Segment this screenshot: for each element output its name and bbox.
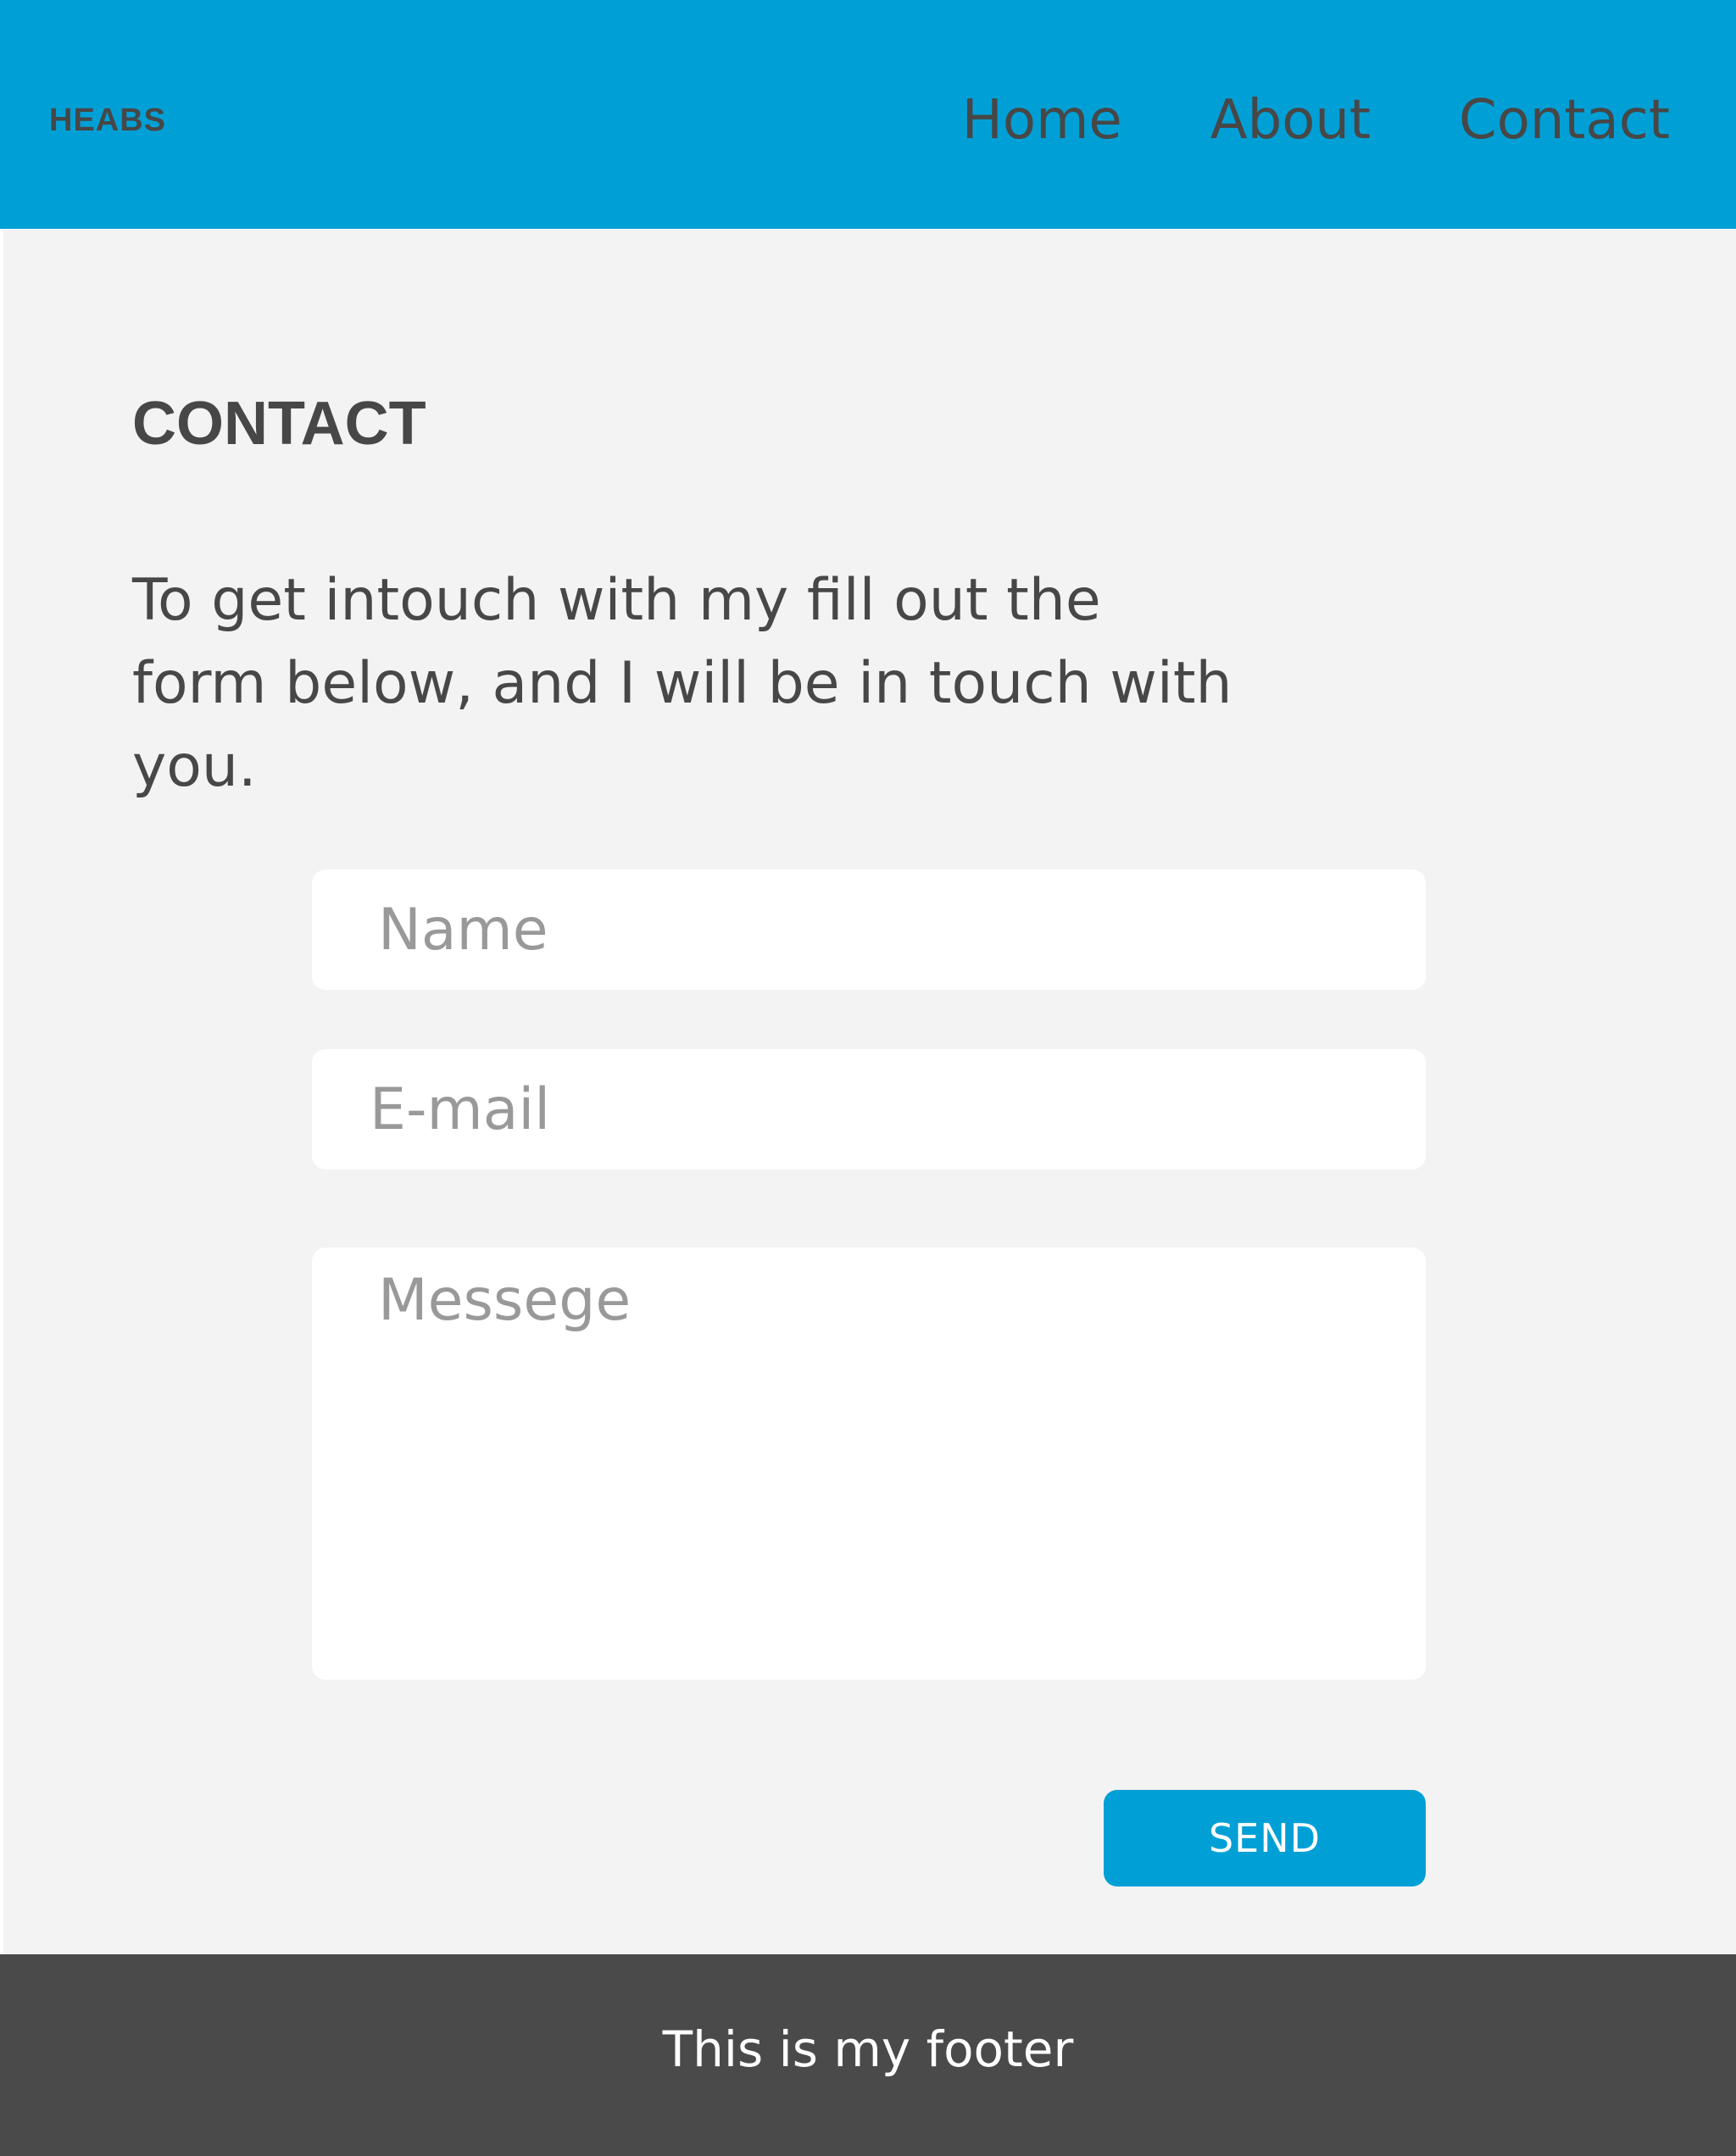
footer-text: This is my footer — [662, 2020, 1074, 2078]
nav-link-home[interactable]: Home — [962, 85, 1122, 156]
main-nav: Home About Contact — [962, 85, 1670, 156]
page-title: CONTACT — [132, 390, 426, 458]
site-logo[interactable]: HEABS — [49, 100, 166, 141]
email-input[interactable] — [312, 1049, 1426, 1170]
intro-text: To get intouch with my fill out the form… — [132, 567, 1232, 800]
site-header: HEABS Home About Contact — [0, 0, 1736, 229]
site-footer: This is my footer — [0, 1954, 1736, 2156]
name-input[interactable] — [312, 870, 1426, 990]
nav-link-about[interactable]: About — [1210, 85, 1371, 156]
content-edge-line — [0, 229, 3, 1954]
message-textarea[interactable] — [312, 1247, 1426, 1680]
nav-link-contact[interactable]: Contact — [1459, 85, 1670, 156]
send-button[interactable]: SEND — [1104, 1790, 1426, 1886]
